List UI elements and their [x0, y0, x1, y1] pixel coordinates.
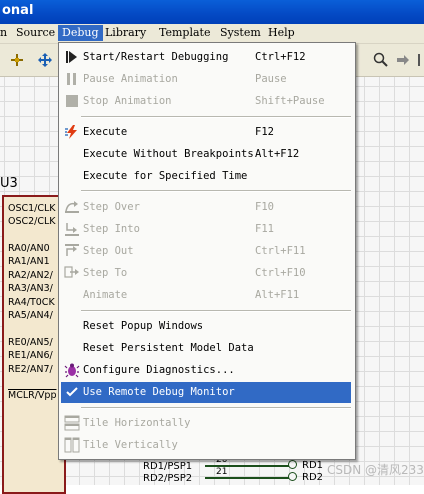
pin-label: RE1/AN6/ — [8, 350, 53, 361]
menu-source[interactable]: Source — [12, 25, 59, 41]
menu-bar: n Source Debug Library Template System H… — [0, 24, 424, 44]
menu-item-execute-without-breakpoints[interactable]: Execute Without Breakpoints Alt+F12 — [61, 144, 351, 165]
menu-library[interactable]: Library — [101, 25, 150, 41]
step-over-icon — [64, 199, 80, 215]
menu-separator — [81, 310, 351, 312]
stop-icon — [64, 93, 80, 109]
move-icon[interactable] — [34, 49, 56, 71]
net-label: RD2 — [302, 472, 324, 483]
window-title: onal — [2, 3, 34, 18]
menu-item-reset-popup-windows[interactable]: Reset Popup Windows — [61, 316, 351, 337]
debug-menu: Start/Restart Debugging Ctrl+F12 Pause A… — [58, 42, 356, 460]
pin-label: MCLR/Vpp — [8, 390, 57, 401]
menu-template[interactable]: Template — [155, 25, 214, 41]
play-step-icon — [64, 49, 80, 65]
watermark: CSDN @清风233 — [327, 463, 424, 477]
menu-separator — [81, 407, 351, 409]
pin-label: RA4/T0CK — [8, 297, 55, 308]
menu-item-step-into[interactable]: Step Into F11 — [61, 219, 351, 240]
tile-horizontal-icon — [64, 415, 80, 431]
pin-label: RA5/AN4/ — [8, 310, 53, 321]
menu-item-pause-animation[interactable]: Pause Animation Pause — [61, 69, 351, 90]
menu-separator — [81, 116, 351, 118]
component-reference: U3 — [0, 176, 18, 191]
bus-icon[interactable] — [412, 49, 424, 71]
menu-item-execute-for-specified-time[interactable]: Execute for Specified Time — [61, 166, 351, 187]
checkmark-icon — [64, 384, 80, 400]
pin-number: 21 — [216, 467, 228, 477]
menu-item-use-remote-debug-monitor[interactable]: Use Remote Debug Monitor — [61, 382, 351, 403]
zoom-icon[interactable] — [370, 49, 392, 71]
pin-label: RA3/AN3/ — [8, 283, 53, 294]
menu-separator — [81, 190, 351, 192]
pause-icon — [64, 71, 80, 87]
menu-item-step-out[interactable]: Step Out Ctrl+F11 — [61, 241, 351, 262]
wire — [205, 477, 289, 479]
pin-label: RA0/AN0 — [8, 243, 50, 254]
step-into-icon — [64, 221, 80, 237]
title-bar: onal — [0, 0, 424, 24]
pin-label: RD1/PSP1 — [143, 461, 193, 472]
step-to-icon — [64, 265, 80, 281]
junction-icon[interactable] — [6, 49, 28, 71]
menu-item-step-to[interactable]: Step To Ctrl+F10 — [61, 263, 351, 284]
menu-item-tile-vertically[interactable]: Tile Vertically — [61, 435, 351, 456]
menu-item-configure-diagnostics[interactable]: Configure Diagnostics... — [61, 360, 351, 381]
net-label: RD1 — [302, 460, 324, 471]
bug-icon — [64, 362, 80, 378]
menu-debug[interactable]: Debug — [58, 25, 103, 41]
menu-item-execute[interactable]: Execute F12 — [61, 122, 351, 143]
terminal-icon[interactable] — [288, 472, 297, 481]
pin-label: RE2/AN7/ — [8, 364, 53, 375]
pin-label: RE0/AN5/ — [8, 337, 53, 348]
step-out-icon — [64, 243, 80, 259]
tile-vertical-icon — [64, 437, 80, 453]
menu-item-tile-horizontally[interactable]: Tile Horizontally — [61, 413, 351, 434]
menu-system[interactable]: System — [216, 25, 265, 41]
menu-item-start-restart-debugging[interactable]: Start/Restart Debugging Ctrl+F12 — [61, 47, 351, 68]
lightning-run-icon — [64, 124, 80, 140]
menu-item-step-over[interactable]: Step Over F10 — [61, 197, 351, 218]
menu-item-animate[interactable]: Animate Alt+F11 — [61, 285, 351, 306]
pin-label: RD2/PSP2 — [143, 473, 193, 484]
menu-file-fragment[interactable]: n — [0, 25, 11, 41]
wire — [205, 465, 289, 467]
pin-label: RA1/AN1 — [8, 256, 50, 267]
pin-label: RA2/AN2/ — [8, 270, 53, 281]
menu-help[interactable]: Help — [264, 25, 299, 41]
pin-label: OSC2/CLK — [8, 216, 56, 227]
pin-label: OSC1/CLK — [8, 203, 56, 214]
menu-item-reset-persistent-model-data[interactable]: Reset Persistent Model Data — [61, 338, 351, 359]
arrow-right-icon[interactable] — [392, 49, 414, 71]
terminal-icon[interactable] — [288, 460, 297, 469]
menu-item-stop-animation[interactable]: Stop Animation Shift+Pause — [61, 91, 351, 112]
